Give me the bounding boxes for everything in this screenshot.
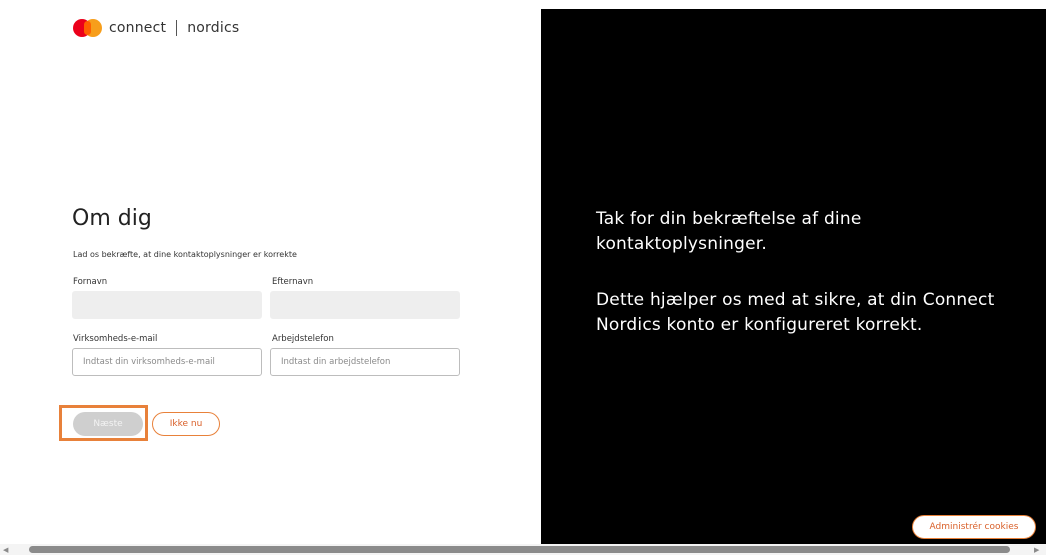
phone-field[interactable]	[270, 348, 460, 376]
scroll-left-icon[interactable]: ◀	[3, 546, 8, 554]
logo-product: nordics	[187, 20, 240, 36]
logo[interactable]: connect nordics	[73, 19, 239, 37]
next-button[interactable]: Næste	[73, 412, 143, 436]
form-subtitle: Lad os bekræfte, at dine kontaktoplysnin…	[73, 250, 297, 259]
page: connect nordics Om dig Lad os bekræfte, …	[0, 0, 1046, 555]
page-title: Om dig	[72, 206, 152, 231]
skip-button[interactable]: Ikke nu	[152, 412, 220, 436]
logo-brand: connect	[109, 20, 167, 36]
first-name-field[interactable]	[72, 291, 262, 319]
last-name-field[interactable]	[270, 291, 460, 319]
manage-cookies-button[interactable]: Administrér cookies	[912, 515, 1036, 539]
mastercard-logo-icon	[73, 19, 102, 37]
logo-divider	[176, 20, 178, 36]
info-paragraph-1: Tak for din bekræftelse af dine kontakto…	[596, 209, 862, 254]
horizontal-scrollbar[interactable]: ◀ ▶	[0, 544, 1046, 555]
info-panel	[541, 9, 1046, 544]
form-panel: connect nordics Om dig Lad os bekræfte, …	[0, 0, 541, 544]
info-paragraph-2: Dette hjælper os med at sikre, at din Co…	[596, 290, 995, 335]
scroll-right-icon[interactable]: ▶	[1034, 546, 1039, 554]
email-label: Virksomheds-e-mail	[73, 334, 158, 344]
last-name-label: Efternavn	[272, 277, 314, 287]
phone-label: Arbejdstelefon	[272, 334, 334, 344]
first-name-label: Fornavn	[73, 277, 108, 287]
email-field[interactable]	[72, 348, 262, 376]
scrollbar-thumb[interactable]	[29, 546, 1010, 553]
